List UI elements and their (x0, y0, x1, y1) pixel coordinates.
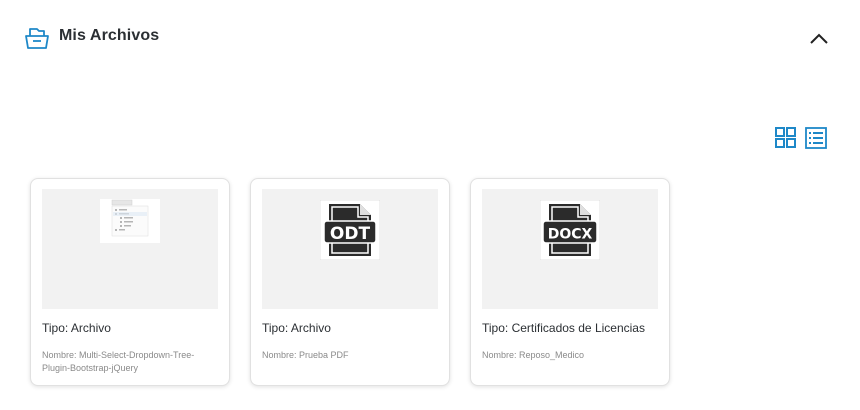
list-view-icon[interactable] (804, 126, 828, 150)
file-type: Tipo: Archivo (262, 321, 331, 335)
folder-icon (24, 26, 50, 50)
file-name: Nombre: Multi-Select-Dropdown-Tree-Plugi… (42, 350, 195, 373)
docx-label: DOCX (548, 227, 593, 243)
page-title: Mis Archivos (59, 27, 160, 44)
file-type: Tipo: Certificados de Licencias (482, 321, 645, 335)
file-card[interactable]: DOCX Tipo: Certificados de Licencias Nom… (470, 178, 670, 386)
docx-file-icon: DOCX (539, 199, 601, 265)
file-card[interactable]: ODT Tipo: Archivo Nombre: Prueba PDF (250, 178, 450, 386)
grid-view-icon[interactable] (774, 126, 798, 150)
view-toggle (774, 126, 828, 152)
tree-dropdown-screenshot (100, 199, 160, 248)
file-thumbnail: DOCX (482, 189, 658, 309)
file-name: Nombre: Prueba PDF (262, 350, 349, 360)
odt-file-icon: ODT (319, 199, 381, 265)
file-type: Tipo: Archivo (42, 321, 111, 335)
file-thumbnail (42, 189, 218, 309)
files-header: Mis Archivos (24, 24, 830, 52)
file-name: Nombre: Reposo_Medico (482, 350, 585, 360)
file-thumbnail: ODT (262, 189, 438, 309)
file-card[interactable]: Tipo: Archivo Nombre: Multi-Select-Dropd… (30, 178, 230, 386)
odt-label: ODT (330, 224, 371, 244)
chevron-up-icon[interactable] (808, 28, 830, 50)
